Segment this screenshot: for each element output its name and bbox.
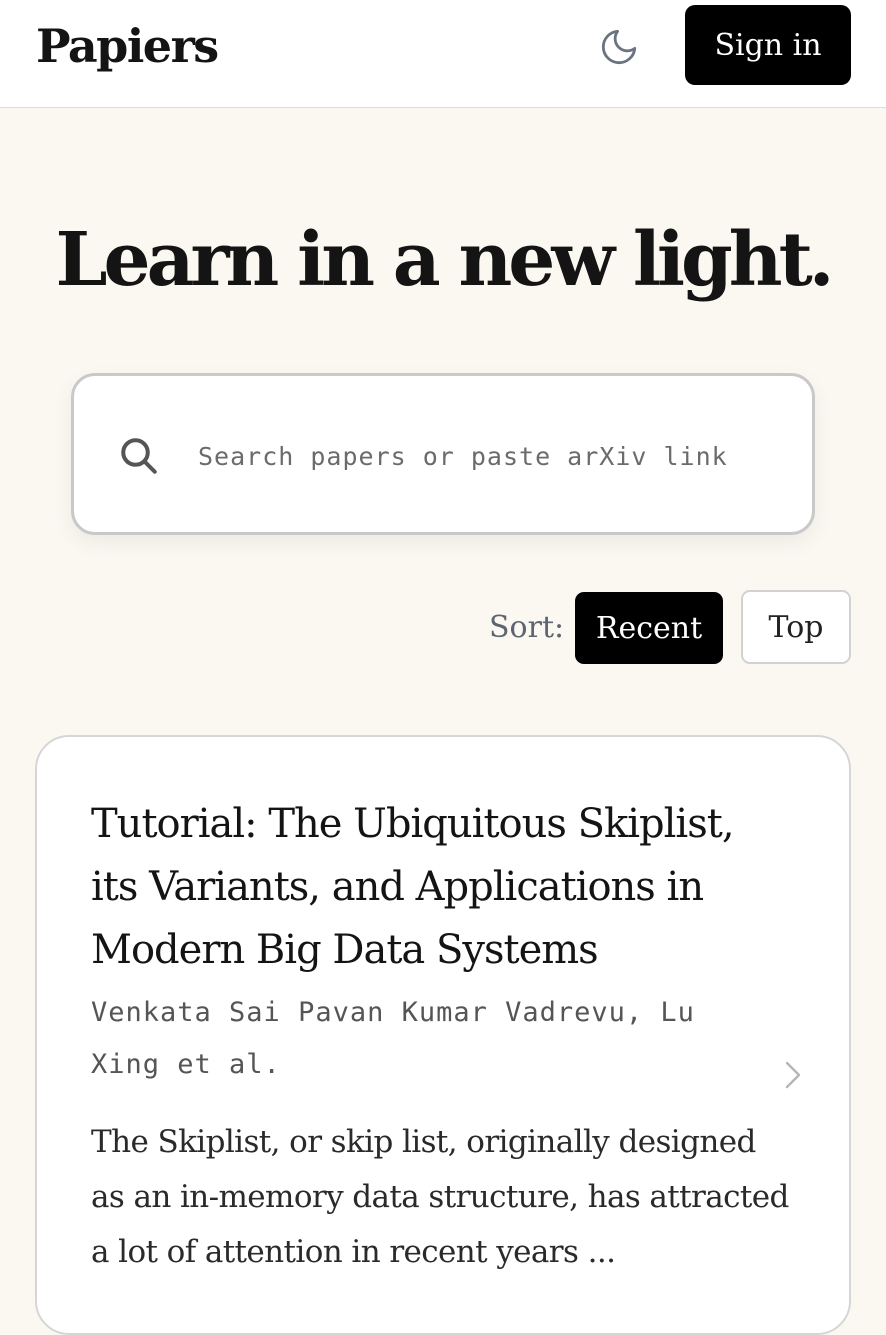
search-icon [121,438,157,474]
chevron-right-icon[interactable] [782,1059,804,1091]
paper-authors: Venkata Sai Pavan Kumar Vadrevu, Lu Xing… [91,997,695,1080]
hero-headline: Learn in a new light. [55,217,834,303]
app-logo[interactable]: Papiers [36,18,219,74]
paper-title[interactable]: Tutorial: The Ubiquitous Skiplist, its V… [91,793,781,982]
moon-icon [601,29,637,65]
sort-top-button[interactable]: Top [741,590,851,664]
sort-label: Sort: [489,610,565,645]
sign-in-button[interactable]: Sign in [685,5,851,85]
sort-recent-button[interactable]: Recent [575,592,723,664]
paper-abstract: The Skiplist, or skip list, originally d… [91,1124,789,1270]
search-input[interactable] [198,428,788,484]
top-navigation-bar: Papiers Sign in [0,0,886,108]
theme-toggle-button[interactable] [594,22,644,72]
paper-card[interactable]: Tutorial: The Ubiquitous Skiplist, its V… [35,735,851,1335]
search-bar[interactable] [71,373,815,535]
